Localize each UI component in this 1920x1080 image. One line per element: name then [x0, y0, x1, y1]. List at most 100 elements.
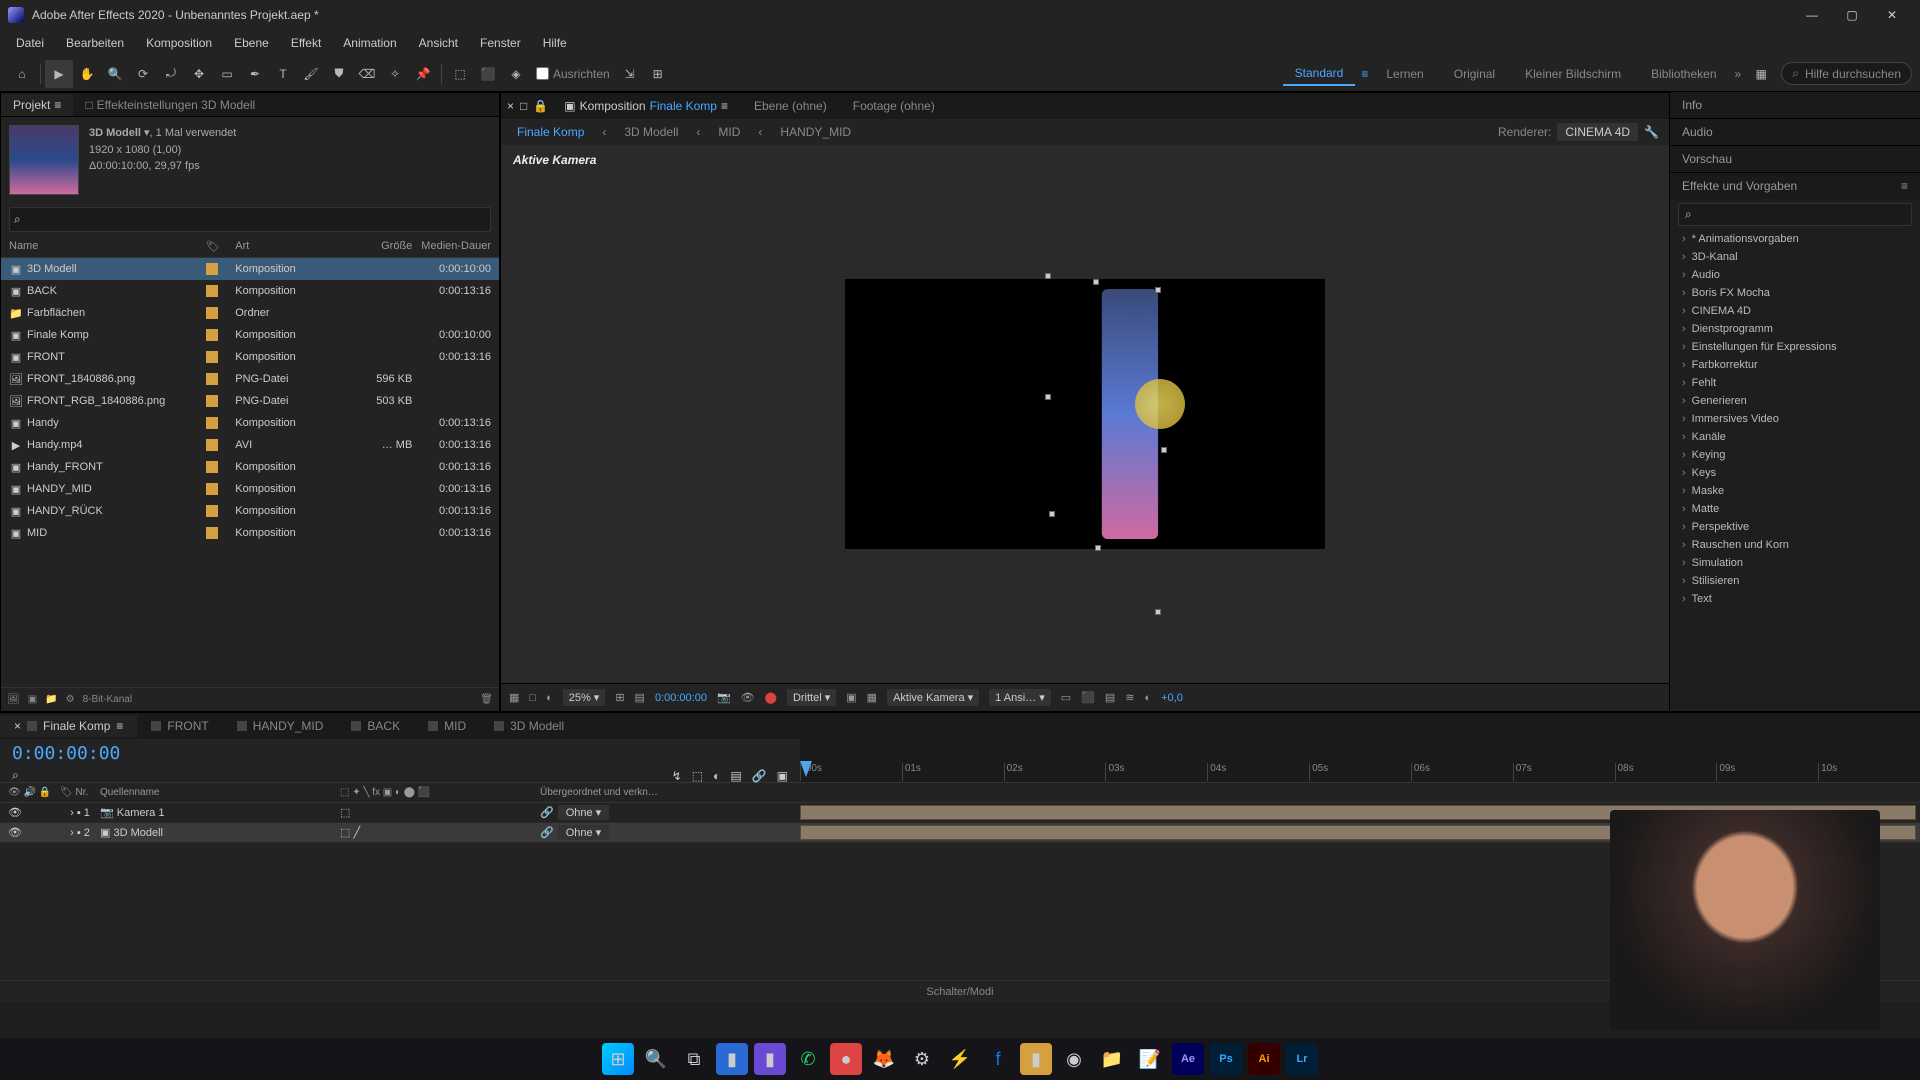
composition-viewer[interactable]: Aktive Kamera: [501, 145, 1669, 683]
effects-category[interactable]: Matte: [1670, 500, 1920, 518]
effects-category[interactable]: Immersives Video: [1670, 410, 1920, 428]
app-5-icon[interactable]: ▮: [1020, 1043, 1052, 1075]
explorer-icon[interactable]: 📁: [1096, 1043, 1128, 1075]
whatsapp-icon[interactable]: ✆: [792, 1043, 824, 1075]
effects-category[interactable]: Einstellungen für Expressions: [1670, 338, 1920, 356]
eraser-tool-icon[interactable]: ⌫: [353, 60, 381, 88]
effects-list[interactable]: * Animationsvorgaben3D-KanalAudioBoris F…: [1670, 230, 1920, 608]
effects-category[interactable]: CINEMA 4D: [1670, 302, 1920, 320]
effects-category[interactable]: Simulation: [1670, 554, 1920, 572]
timeline-tab[interactable]: ×Finale Komp≡: [0, 715, 137, 737]
menu-bearbeiten[interactable]: Bearbeiten: [56, 32, 134, 54]
project-tab[interactable]: Projekt≡: [1, 94, 73, 116]
crumb-3[interactable]: HANDY_MID: [774, 123, 857, 141]
effects-search[interactable]: ⌕: [1678, 203, 1912, 226]
menu-komposition[interactable]: Komposition: [136, 32, 222, 54]
pixel-aspect-icon[interactable]: ▭: [1061, 691, 1071, 704]
illustrator-icon[interactable]: Ai: [1248, 1043, 1280, 1075]
shape-tool-icon[interactable]: ▭: [213, 60, 241, 88]
tl-graph-icon[interactable]: ▤: [730, 769, 741, 783]
exposure-reset-icon[interactable]: ◐: [1144, 692, 1151, 704]
menu-ebene[interactable]: Ebene: [224, 32, 279, 54]
renderer-settings-icon[interactable]: 🔧: [1644, 125, 1659, 139]
firefox-icon[interactable]: 🦊: [868, 1043, 900, 1075]
timeline-icon[interactable]: ▤: [1105, 691, 1115, 704]
effects-category[interactable]: Rauschen und Korn: [1670, 536, 1920, 554]
workspace-overflow-icon[interactable]: »: [1735, 67, 1742, 81]
alpha-toggle-icon[interactable]: ▦: [509, 691, 519, 704]
selection-tool-icon[interactable]: ▶: [45, 60, 73, 88]
photoshop-icon[interactable]: Ps: [1210, 1043, 1242, 1075]
effects-category[interactable]: Keying: [1670, 446, 1920, 464]
tl-shy-icon[interactable]: ↯: [672, 769, 682, 783]
pen-tool-icon[interactable]: ✒: [241, 60, 269, 88]
help-search[interactable]: ⌕ Hilfe durchsuchen: [1781, 62, 1912, 85]
tl-mb-icon[interactable]: ◐: [713, 769, 720, 783]
taskview-icon[interactable]: ⧉: [678, 1043, 710, 1075]
comp-close-icon[interactable]: ×: [507, 99, 514, 113]
grid-toggle-icon[interactable]: ▦: [1747, 60, 1775, 88]
snap-opt2-icon[interactable]: ⊞: [644, 60, 672, 88]
tool-opt-3-icon[interactable]: ◈: [502, 60, 530, 88]
project-item[interactable]: ▣BACK Komposition 0:00:13:16: [1, 280, 499, 302]
effects-category[interactable]: Kanäle: [1670, 428, 1920, 446]
close-button[interactable]: ✕: [1872, 1, 1912, 29]
trash-icon[interactable]: 🗑: [480, 694, 493, 705]
timeline-tab[interactable]: MID: [414, 715, 480, 737]
project-item[interactable]: ▣HANDY_MID Komposition 0:00:13:16: [1, 478, 499, 500]
orbit-tool-icon[interactable]: ⟳: [129, 60, 157, 88]
crumb-1[interactable]: 3D Modell: [618, 123, 684, 141]
interpret-icon[interactable]: 🖼: [7, 694, 20, 705]
effects-category[interactable]: Stilisieren: [1670, 572, 1920, 590]
project-item[interactable]: 🖼FRONT_RGB_1840886.png PNG-Datei 503 KB: [1, 390, 499, 412]
project-item[interactable]: ▣3D Modell Komposition 0:00:10:00: [1, 258, 499, 280]
workspace-bibliotheken[interactable]: Bibliotheken: [1639, 63, 1728, 85]
obs-icon[interactable]: ◉: [1058, 1043, 1090, 1075]
app-3-icon[interactable]: ●: [830, 1043, 862, 1075]
hand-tool-icon[interactable]: ✋: [73, 60, 101, 88]
fast-preview-icon[interactable]: ⬛: [1081, 691, 1095, 704]
lightroom-icon[interactable]: Lr: [1286, 1043, 1318, 1075]
rotate-tool-icon[interactable]: ⤾: [157, 60, 185, 88]
timeline-tab[interactable]: FRONT: [137, 715, 222, 737]
project-item[interactable]: ▣HANDY_RÜCK Komposition 0:00:13:16: [1, 500, 499, 522]
roi-icon[interactable]: ▣: [846, 691, 856, 704]
effects-category[interactable]: Fehlt: [1670, 374, 1920, 392]
menu-fenster[interactable]: Fenster: [470, 32, 531, 54]
tl-draft-icon[interactable]: ▣: [777, 769, 788, 783]
tool-opt-2-icon[interactable]: ⬛: [474, 60, 502, 88]
tl-link-icon[interactable]: 🔗: [752, 769, 767, 783]
timeline-tab[interactable]: 3D Modell: [480, 715, 578, 737]
switches-modes-toggle[interactable]: Schalter/Modi: [926, 986, 993, 998]
effects-category[interactable]: Dienstprogramm: [1670, 320, 1920, 338]
project-item[interactable]: ▣Handy Komposition 0:00:13:16: [1, 412, 499, 434]
effects-category[interactable]: Keys: [1670, 464, 1920, 482]
effects-category[interactable]: * Animationsvorgaben: [1670, 230, 1920, 248]
project-item[interactable]: 🖼FRONT_1840886.png PNG-Datei 596 KB: [1, 368, 499, 390]
res-toggle-icon[interactable]: ⊞: [615, 691, 624, 704]
search-taskbar-icon[interactable]: 🔍: [640, 1043, 672, 1075]
snapshot-icon[interactable]: 📷: [717, 691, 731, 704]
workspace-menu-icon[interactable]: ≡: [1361, 67, 1368, 81]
new-comp-icon[interactable]: ▣: [28, 694, 37, 705]
crumb-0[interactable]: Finale Komp: [511, 123, 590, 141]
new-folder-icon[interactable]: 📁: [45, 694, 57, 705]
camera-select[interactable]: Aktive Kamera ▾: [887, 689, 979, 706]
bit-depth-icon[interactable]: ⚙: [66, 694, 75, 705]
brush-tool-icon[interactable]: 🖌: [297, 60, 325, 88]
effect-controls-tab[interactable]: □Effekteinstellungen 3D Modell: [73, 94, 267, 116]
views-select[interactable]: 1 Ansi… ▾: [989, 689, 1051, 706]
minimize-button[interactable]: —: [1792, 1, 1832, 29]
stamp-tool-icon[interactable]: ⛊: [325, 60, 353, 88]
tl-search-icon[interactable]: ⌕: [12, 768, 19, 783]
tool-opt-1-icon[interactable]: ⬚: [446, 60, 474, 88]
channel-icon[interactable]: □: [529, 692, 536, 704]
after-effects-icon[interactable]: Ae: [1172, 1043, 1204, 1075]
menu-effekt[interactable]: Effekt: [281, 32, 331, 54]
menu-ansicht[interactable]: Ansicht: [409, 32, 468, 54]
renderer-select[interactable]: CINEMA 4D: [1557, 123, 1638, 141]
timeline-tab[interactable]: HANDY_MID: [223, 715, 338, 737]
zoom-select[interactable]: 25% ▾: [563, 689, 606, 706]
type-tool-icon[interactable]: T: [269, 60, 297, 88]
timeline-timecode[interactable]: 0:00:00:00: [0, 739, 800, 768]
